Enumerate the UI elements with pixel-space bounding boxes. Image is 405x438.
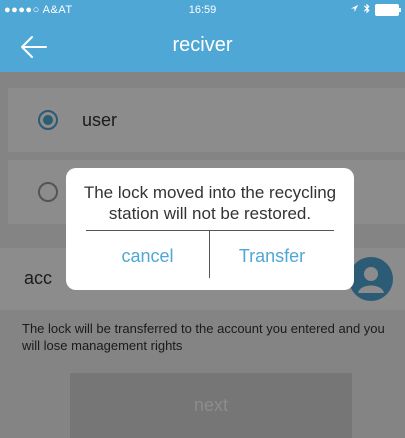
battery-icon [375, 4, 401, 16]
bluetooth-icon [363, 3, 371, 17]
confirm-dialog: The lock moved into the recycling statio… [66, 168, 354, 290]
page-title: reciver [172, 34, 233, 56]
cancel-button[interactable]: cancel [86, 231, 209, 281]
dialog-message: The lock moved into the recycling statio… [83, 183, 337, 223]
status-time: 16:59 [188, 4, 217, 16]
status-icons [350, 3, 401, 17]
status-bar: ●●●●○ A&AT 16:59 [0, 0, 405, 20]
transfer-button[interactable]: Transfer [210, 231, 334, 281]
location-icon [350, 4, 359, 16]
nav-bar: reciver [0, 20, 405, 72]
